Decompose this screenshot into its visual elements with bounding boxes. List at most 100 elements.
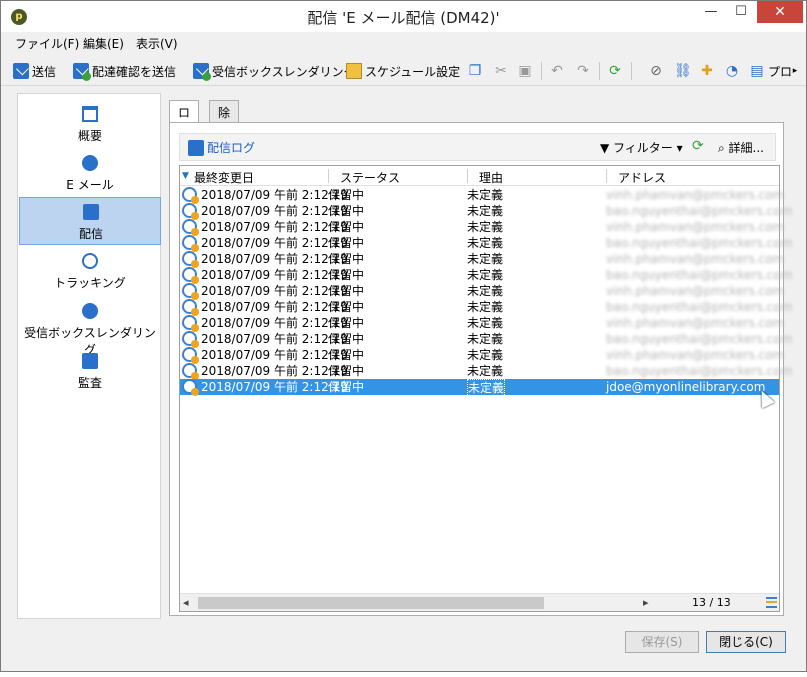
cell-last-modified: 2018/07/09 午前 2:12:19 bbox=[201, 300, 349, 314]
gift-icon[interactable]: ✚ bbox=[699, 63, 715, 79]
send-proof-button[interactable]: 配達確認を送信 bbox=[73, 62, 176, 81]
pending-clock-icon bbox=[182, 203, 199, 220]
table-row[interactable]: 2018/07/09 午前 2:12:19 保留中 未定義 vinh.phamvan@… bbox=[180, 251, 784, 268]
column-reason[interactable]: 理由 bbox=[479, 169, 503, 186]
close-window-button[interactable]: ✕ bbox=[757, 1, 803, 23]
pending-clock-icon bbox=[182, 267, 199, 284]
menu-edit[interactable]: 編集(E) bbox=[83, 35, 124, 52]
table-row[interactable]: 2018/07/09 午前 2:12:19 保留中 未定義 bao.nguyentha… bbox=[180, 299, 792, 316]
cell-status: 保留中 bbox=[328, 220, 365, 234]
pending-clock-icon bbox=[182, 379, 199, 396]
menu-file[interactable]: ファイル(F) bbox=[15, 35, 79, 52]
nav-item-delivery[interactable]: 配信 bbox=[19, 197, 161, 245]
scroll-thumb[interactable] bbox=[198, 597, 544, 609]
toolbar-separator bbox=[599, 62, 600, 80]
refresh-icon[interactable]: ⟳ bbox=[607, 63, 623, 79]
cell-last-modified: 2018/07/09 午前 2:12:19 bbox=[201, 204, 349, 218]
dropdown-arrow-icon: ▾ bbox=[672, 141, 683, 155]
filter-button[interactable]: ▼ フィルター ▾ bbox=[600, 139, 683, 156]
horizontal-scrollbar[interactable]: ◂ ▸ 13 / 13 bbox=[180, 593, 779, 611]
inbox-rendering-label: 受信ボックスレンダリング bbox=[212, 64, 356, 79]
table-row[interactable]: 2018/07/09 午前 2:12:19 保留中 未定義 vinh.phamvan@… bbox=[180, 315, 784, 332]
nav-label: トラッキング bbox=[54, 276, 126, 290]
pending-clock-icon bbox=[182, 315, 199, 332]
scroll-right-icon[interactable]: ▸ bbox=[643, 596, 649, 609]
nav-item-inbox-rendering[interactable]: 受信ボックスレンダリング bbox=[19, 297, 161, 357]
column-divider[interactable] bbox=[606, 169, 607, 183]
list-config-icon[interactable] bbox=[766, 597, 777, 608]
inbox-rendering-button[interactable]: 受信ボックスレンダリング bbox=[193, 62, 356, 81]
paste-icon[interactable]: ▣ bbox=[517, 63, 533, 79]
title-bar[interactable]: p 配信 'E メール配信 (DM42)' — ☐ ✕ bbox=[1, 1, 806, 32]
undo-icon[interactable]: ↶ bbox=[549, 63, 565, 79]
tab-exclusions[interactable]: 除外 bbox=[209, 100, 240, 137]
link-icon[interactable]: ⛓ bbox=[674, 63, 692, 79]
log-grid: ▼ 最終変更日 ステータス 理由 アドレス 2018/07/09 午前 2:12… bbox=[179, 165, 792, 612]
column-divider[interactable] bbox=[328, 169, 329, 183]
section-nav: 概要 E メール 配信 トラッキング 受信ボックスレンダリング 監査 bbox=[17, 93, 161, 619]
cell-last-modified: 2018/07/09 午前 2:12:19 bbox=[201, 364, 349, 378]
table-row[interactable]: 2018/07/09 午前 2:12:19 保留中 未定義 bao.nguyentha… bbox=[180, 331, 792, 348]
table-row[interactable]: 2018/07/09 午前 2:12:19 保留中 未定義 bao.nguyentha… bbox=[180, 235, 792, 252]
attachment-icon[interactable]: ⊘ bbox=[648, 63, 664, 79]
toolbar-separator bbox=[631, 62, 632, 80]
table-row[interactable]: 2018/07/09 午前 2:12:19 保留中 未定義 jdoe@myonline… bbox=[180, 379, 779, 397]
send-button[interactable]: 送信 bbox=[13, 62, 56, 80]
nav-item-email[interactable]: E メール bbox=[19, 149, 161, 197]
nav-item-tracking[interactable]: トラッキング bbox=[19, 247, 161, 295]
cell-last-modified: 2018/07/09 午前 2:12:19 bbox=[201, 252, 349, 266]
table-row[interactable]: 2018/07/09 午前 2:12:19 保留中 未定義 vinh.phamvan@… bbox=[180, 219, 784, 236]
close-button[interactable]: 閉じる(C) bbox=[706, 631, 786, 653]
cell-last-modified: 2018/07/09 午前 2:12:19 bbox=[201, 220, 349, 234]
pending-clock-icon bbox=[182, 283, 199, 300]
nav-item-overview[interactable]: 概要 bbox=[19, 100, 161, 148]
globe-icon bbox=[82, 303, 98, 319]
scroll-left-icon[interactable]: ◂ bbox=[183, 596, 189, 609]
column-last-modified[interactable]: 最終変更日 bbox=[194, 169, 254, 186]
column-divider[interactable] bbox=[467, 169, 468, 183]
detail-button[interactable]: ⌕ 詳細... bbox=[718, 139, 764, 156]
minimize-button[interactable]: — bbox=[697, 1, 725, 23]
refresh-icon[interactable]: ⟳ bbox=[692, 138, 704, 154]
cell-reason: 未定義 bbox=[467, 379, 506, 397]
copy-icon[interactable]: ❐ bbox=[467, 63, 483, 79]
table-row[interactable]: 2018/07/09 午前 2:12:19 保留中 未定義 vinh.phamvan@… bbox=[180, 187, 784, 204]
table-row[interactable]: 2018/07/09 午前 2:12:19 保留中 未定義 bao.nguyentha… bbox=[180, 363, 792, 380]
maximize-button[interactable]: ☐ bbox=[727, 1, 755, 23]
table-row[interactable]: 2018/07/09 午前 2:12:19 保留中 未定義 vinh.phamvan@… bbox=[180, 283, 784, 300]
envelope-check-icon bbox=[73, 63, 91, 81]
detail-label: 詳細... bbox=[728, 141, 764, 155]
cell-reason: 未定義 bbox=[467, 300, 504, 314]
cell-address: bao.nguyenthai@pmckers.com bbox=[606, 300, 793, 314]
tracking-icon bbox=[82, 253, 98, 269]
table-row[interactable]: 2018/07/09 午前 2:12:19 保留中 未定義 bao.nguyentha… bbox=[180, 267, 792, 284]
window-icon bbox=[82, 106, 98, 122]
table-row[interactable]: 2018/07/09 午前 2:12:19 保留中 未定義 vinh.phamvan@… bbox=[180, 347, 784, 364]
delivery-icon bbox=[83, 204, 99, 220]
column-status[interactable]: ステータス bbox=[340, 169, 400, 186]
log-toolbar: 配信ログ ▼ フィルター ▾ ⟳ ⌕ 詳細... bbox=[179, 133, 776, 161]
gauge-icon[interactable]: ◔ bbox=[724, 63, 740, 79]
cell-last-modified: 2018/07/09 午前 2:12:19 bbox=[201, 316, 349, 330]
cell-address: bao.nguyenthai@pmckers.com bbox=[606, 332, 793, 346]
cut-icon[interactable]: ✂ bbox=[493, 63, 509, 79]
redo-icon[interactable]: ↷ bbox=[575, 63, 591, 79]
menu-view[interactable]: 表示(V) bbox=[136, 35, 178, 52]
overflow-arrow-icon[interactable]: ▸ bbox=[787, 63, 803, 79]
table-row[interactable]: 2018/07/09 午前 2:12:19 保留中 未定義 bao.nguyentha… bbox=[180, 203, 792, 220]
cell-address: vinh.phamvan@pmckers.com bbox=[606, 188, 785, 202]
email-icon bbox=[82, 155, 98, 171]
cell-reason: 未定義 bbox=[467, 188, 504, 202]
delivery-log-title[interactable]: 配信ログ bbox=[188, 139, 255, 156]
envelope-icon bbox=[188, 139, 204, 156]
column-address[interactable]: アドレス bbox=[618, 169, 666, 186]
clipboard-icon[interactable]: ▤ bbox=[749, 63, 765, 79]
save-button[interactable]: 保存(S) bbox=[625, 631, 699, 653]
nav-label: E メール bbox=[66, 178, 114, 192]
tab-log[interactable]: ログ bbox=[169, 100, 200, 137]
nav-item-audit[interactable]: 監査 bbox=[19, 347, 161, 395]
cell-status: 保留中 bbox=[328, 188, 365, 202]
envelope-icon bbox=[13, 63, 29, 79]
cell-address: bao.nguyenthai@pmckers.com bbox=[606, 204, 793, 218]
schedule-button[interactable]: スケジュール設定 bbox=[346, 62, 460, 80]
